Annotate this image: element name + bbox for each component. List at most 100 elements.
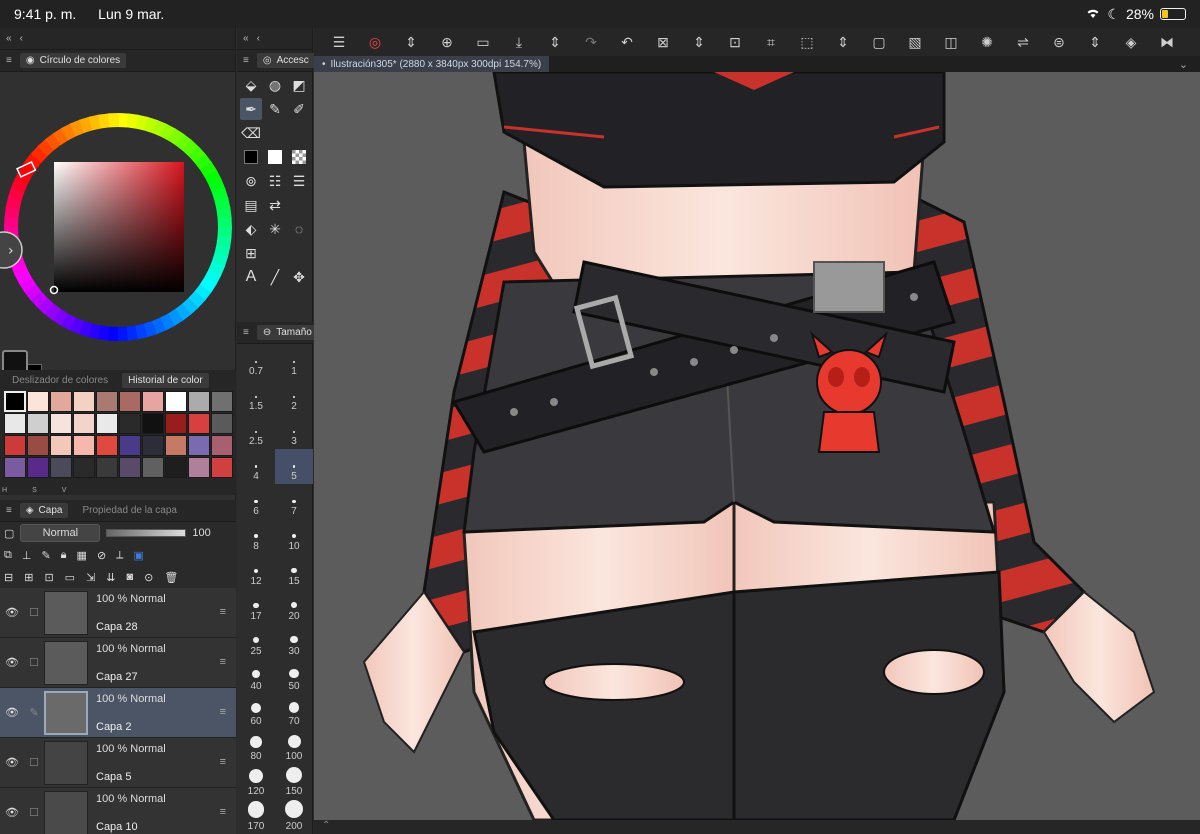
move-icon[interactable]: ✥ [288,266,310,288]
collapse-left-icon[interactable]: « [6,33,12,44]
redo-icon[interactable]: ↷ [580,31,602,53]
layer-row[interactable]: 👁︎ ☐ 100 % Normal Capa 28 ≡ [0,588,236,638]
tab-brush-size[interactable]: ⊖ Tamaño [256,325,318,340]
gradient-icon[interactable]: ◩ [288,74,310,96]
layer-settings-icon[interactable]: ⊟ [4,571,13,584]
deselect-icon[interactable]: ▢ [868,31,890,53]
color-history-swatch[interactable] [211,391,233,412]
color-history-swatch[interactable] [73,457,95,478]
expand-icon[interactable]: ⇕ [688,31,710,53]
color-history-swatch[interactable] [27,457,49,478]
clip-icon[interactable]: ⧉ [4,549,12,562]
color-history-swatch[interactable] [165,391,187,412]
color-history-swatch[interactable] [96,391,118,412]
brush-size-option[interactable]: 1 [275,344,313,379]
drag-handle-icon[interactable]: ≡ [6,55,12,66]
save-icon[interactable]: ⤓ [508,31,530,53]
drag-handle-icon[interactable]: ≡ [243,327,249,338]
camera-icon[interactable]: ⊙ [144,571,153,584]
brush-size-option[interactable]: 120 [237,764,275,799]
lock-alpha-icon[interactable]: ▦ [77,549,87,562]
loading-icon[interactable]: ✺ [976,31,998,53]
color-history-swatch[interactable] [73,413,95,434]
color-history-swatch[interactable] [211,413,233,434]
blend-mode-select[interactable]: Normal [20,524,101,542]
color-history-swatch[interactable] [211,457,233,478]
drawing-canvas[interactable] [314,72,1200,820]
new-vector-layer-icon[interactable]: ⊡ [44,571,53,584]
layer-stack-icon[interactable]: ▧ [904,31,926,53]
brush-size-option[interactable]: 70 [275,694,313,729]
color-history-swatch[interactable] [188,413,210,434]
color-history-swatch[interactable] [142,457,164,478]
layer-menu-icon[interactable]: ≡ [220,756,226,768]
fit-canvas-icon[interactable]: ⊡ [724,31,746,53]
visibility-icon[interactable]: 👁︎ [0,656,24,669]
color-history-swatch[interactable] [142,391,164,412]
eraser-icon[interactable]: ⌫ [240,122,262,144]
color-history-swatch[interactable] [4,391,26,412]
settings-icon[interactable]: ⊜ [1048,31,1070,53]
pencil-icon[interactable]: ✎ [264,98,286,120]
expand-icon[interactable]: ⇕ [544,31,566,53]
color-history-swatch[interactable] [96,457,118,478]
text-icon[interactable]: A [240,266,262,288]
layer-select-icon[interactable]: ⊚ [240,170,262,192]
new-raster-layer-icon[interactable]: ⊞ [24,571,33,584]
chevron-down-icon[interactable]: ⌄ [1179,58,1188,71]
lasso-icon[interactable]: ◌ [288,218,310,240]
color-history-swatch[interactable] [4,435,26,456]
select-all-icon[interactable]: ⬚ [796,31,818,53]
drag-handle-icon[interactable]: ≡ [6,505,12,516]
brush-size-option[interactable]: 40 [237,659,275,694]
new-folder-icon[interactable]: ▭ [65,571,75,584]
brush-size-option[interactable]: 30 [275,624,313,659]
color-history-swatch[interactable] [73,435,95,456]
open-folder-icon[interactable]: ▭ [472,31,494,53]
transparent-color-icon[interactable] [288,146,310,168]
brush-size-option[interactable]: 50 [275,659,313,694]
mesh-icon[interactable]: ⊞ [240,242,262,264]
brush-size-option[interactable]: 3 [275,414,313,449]
layer-menu-icon[interactable]: ≡ [220,606,226,618]
pen-icon[interactable]: ✒ [240,98,262,120]
magic-wand-icon[interactable]: ✳ [264,218,286,240]
switch-icon[interactable]: ⇄ [264,194,286,216]
color-history-swatch[interactable] [165,457,187,478]
layer-menu-icon[interactable]: ≡ [220,706,226,718]
line-icon[interactable]: ╱ [264,266,286,288]
ruler-icon[interactable]: ⟂ [116,549,123,562]
visibility-icon[interactable]: 👁︎ [0,806,24,819]
brush-size-option[interactable]: 5 [275,449,313,484]
document-tab[interactable]: • Ilustración305* (2880 x 3840px 300dpi … [314,56,550,72]
color-history-swatch[interactable] [165,413,187,434]
tab-quick-access[interactable]: ◎ Accesc [256,53,315,68]
layer-row[interactable]: 👁︎ ☐ 100 % Normal Capa 27 ≡ [0,638,236,688]
mask-icon[interactable]: ⊘ [97,549,106,562]
brush-size-option[interactable]: 15 [275,554,313,589]
layer-checkbox[interactable]: ☐ [24,656,44,669]
layer-color-icon[interactable]: ▣ [134,549,144,562]
tab-layer[interactable]: ◈ Capa [19,503,69,518]
collapse-left-icon[interactable]: « [243,33,249,44]
expand-up-icon[interactable]: ⌃ [322,820,330,831]
share-icon[interactable]: ⇌ [1012,31,1034,53]
brush-size-option[interactable]: 60 [237,694,275,729]
expand-icon[interactable]: ⇕ [1084,31,1106,53]
menu-icon[interactable]: ☰ [328,31,350,53]
brush-size-option[interactable]: 1.5 [237,379,275,414]
layer-menu-icon[interactable]: ≡ [220,806,226,818]
color-history-swatch[interactable] [211,435,233,456]
color-history-swatch[interactable] [142,435,164,456]
brush-size-option[interactable]: 6 [237,484,275,519]
pen-edit-icon[interactable]: ✎ [24,706,44,719]
color-history-swatch[interactable] [165,435,187,456]
fill-icon[interactable]: ⬙ [240,74,262,96]
brush-size-option[interactable]: 10 [275,519,313,554]
layer-checkbox[interactable]: ☐ [24,756,44,769]
brush-size-option[interactable]: 7 [275,484,313,519]
brush-size-option[interactable]: 8 [237,519,275,554]
color-history-swatch[interactable] [4,457,26,478]
layer-type-icon[interactable]: ▢ [4,527,14,540]
brush-size-option[interactable]: 0.7 [237,344,275,379]
